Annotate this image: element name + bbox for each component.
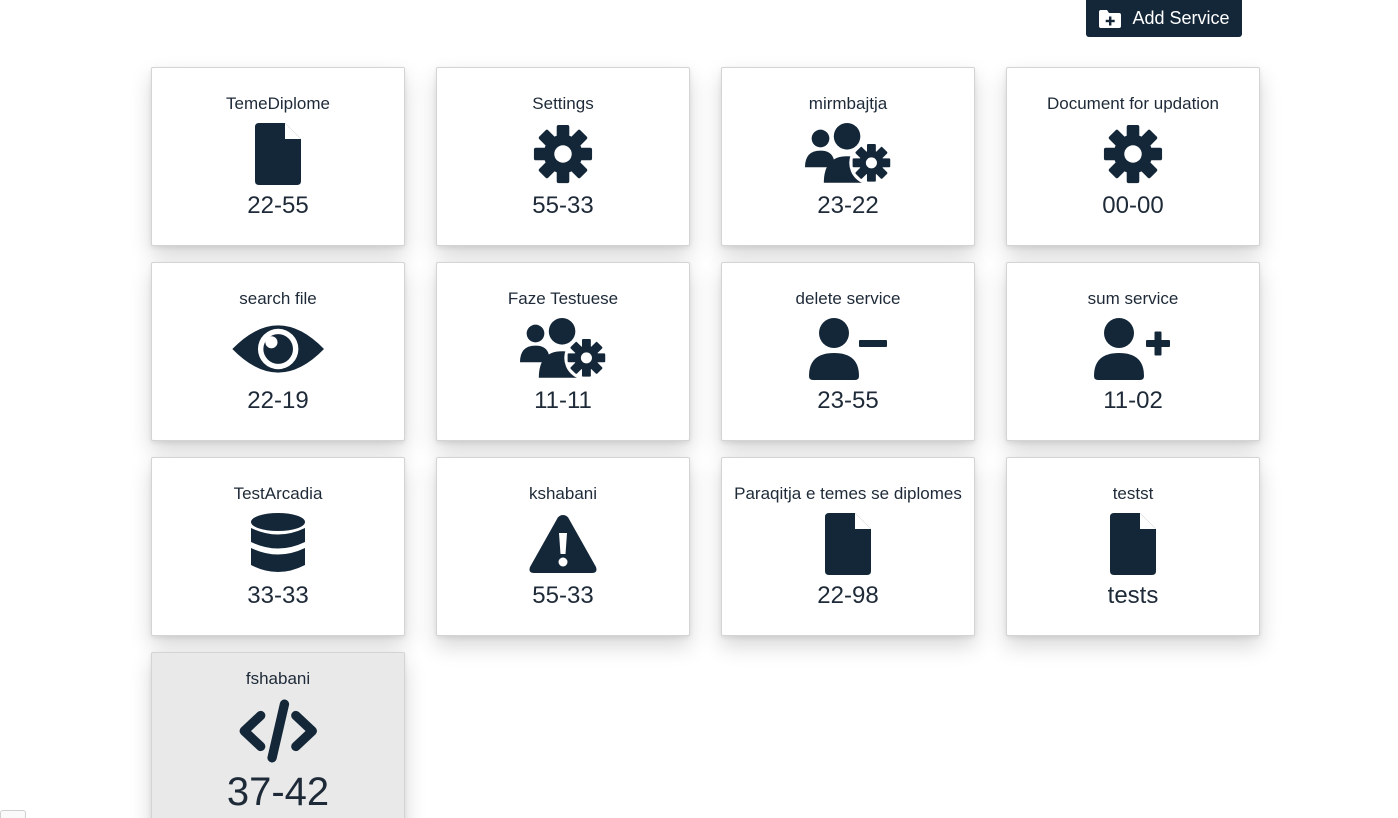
database-icon [152,513,404,575]
file-icon [1007,513,1259,575]
service-title: fshabani [245,669,311,688]
gear-icon [437,123,689,185]
service-title: sum service [1087,289,1179,308]
service-card[interactable]: testst tests [1006,457,1260,636]
service-code: 00-00 [1102,192,1164,219]
service-code: 11-11 [534,387,592,414]
add-service-button[interactable]: Add Service [1086,0,1242,37]
service-code: 33-33 [247,582,309,609]
service-title: mirmbajtja [808,94,888,113]
file-icon [152,123,404,185]
service-title: Paraqitja e temes se diplomes [734,484,962,503]
service-title: Faze Testuese [507,289,619,308]
service-card[interactable]: sum service 11-02 [1006,262,1260,441]
service-code: 23-55 [817,387,879,414]
service-code: 23-22 [817,192,879,219]
user-plus-icon [1007,318,1259,380]
users-gear-icon [437,318,689,380]
warning-icon [437,513,689,575]
service-card[interactable]: search file 22-19 [151,262,405,441]
add-service-label: Add Service [1132,8,1230,28]
service-code: 55-33 [532,582,594,609]
service-code: 55-33 [532,192,594,219]
service-card[interactable]: delete service 23-55 [721,262,975,441]
service-title: testst [1112,484,1154,503]
service-title: TestArcadia [233,484,323,503]
gear-icon [1007,123,1259,185]
service-card[interactable]: TemeDiplome 22-55 [151,67,405,246]
service-code: 22-19 [247,387,309,414]
users-gear-icon [722,123,974,185]
service-card[interactable]: Paraqitja e temes se diplomes 22-98 [721,457,975,636]
scroll-corner [0,810,26,818]
service-title: Settings [532,94,594,113]
user-minus-icon [722,318,974,380]
service-code: tests [1107,582,1159,609]
service-code: 37-42 [226,770,330,814]
service-code: 22-98 [817,582,879,609]
service-card[interactable]: Document for updation 00-00 [1006,67,1260,246]
service-title: delete service [795,289,901,308]
service-card[interactable]: fshabani 37-42 [151,652,405,818]
service-card[interactable]: TestArcadia 33-33 [151,457,405,636]
eye-icon [152,318,404,380]
service-code: 22-55 [247,192,309,219]
file-icon [722,513,974,575]
services-page: Add Service TemeDiplome 22-55 Settings 55-3… [0,0,1398,818]
service-title: TemeDiplome [226,94,330,113]
service-card[interactable]: Faze Testuese 11-11 [436,262,690,441]
service-title: kshabani [528,484,598,503]
service-title: Document for updation [1047,94,1219,113]
service-card[interactable]: mirmbajtja 23-22 [721,67,975,246]
folder-plus-icon [1098,9,1122,29]
code-icon [152,699,404,763]
service-card[interactable]: Settings 55-33 [436,67,690,246]
service-card[interactable]: kshabani 55-33 [436,457,690,636]
service-code: 11-02 [1103,387,1163,414]
service-title: search file [239,289,317,308]
